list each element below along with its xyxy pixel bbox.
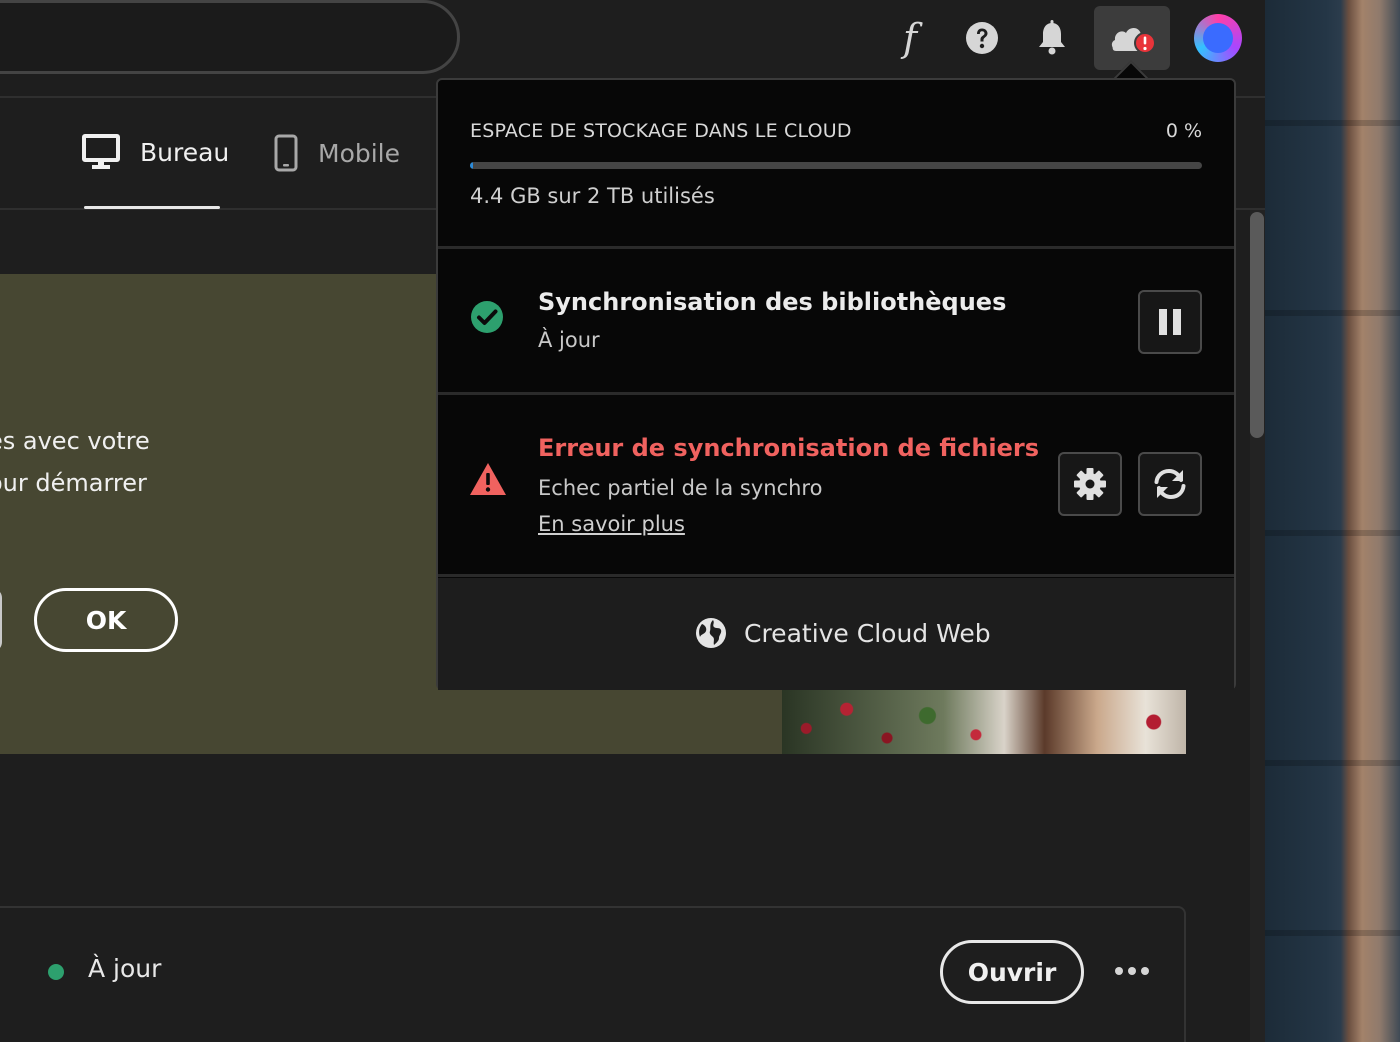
warning-icon [470,463,506,495]
help-icon[interactable] [962,18,1002,58]
banner-secondary-button[interactable] [0,588,2,652]
storage-progress-bar [470,162,1202,169]
storage-title: ESPACE DE STOCKAGE DANS LE CLOUD [470,120,852,142]
file-sync-error-detail: Echec partiel de la synchro [538,476,823,500]
storage-section: ESPACE DE STOCKAGE DANS LE CLOUD 0 % 4.4… [438,80,1234,246]
check-circle-icon [471,301,503,333]
search-field[interactable] [0,0,460,74]
divider [438,574,1234,577]
web-section: Creative Cloud Web [438,578,1234,690]
cloud-error-icon [1111,27,1156,54]
file-sync-error-title: Erreur de synchronisation de fichiers [538,434,1040,462]
creative-cloud-web-link[interactable]: Creative Cloud Web [694,616,991,650]
divider [438,392,1234,395]
learn-more-link[interactable]: En savoir plus [538,512,685,536]
desktop-background [1265,0,1400,1042]
mobile-icon [274,134,298,172]
scrollbar-thumb[interactable] [1250,212,1264,438]
pause-sync-button[interactable] [1138,290,1202,354]
tab-mobile-label: Mobile [318,138,401,168]
library-sync-section: Synchronisation des bibliothèques À jour [438,250,1234,392]
divider [438,246,1234,249]
card-status-text: À jour [88,954,162,983]
refresh-icon [1154,468,1186,500]
banner-text: es avec votre our démarrer [0,420,150,504]
banner-photo [782,690,1186,754]
avatar[interactable] [1194,14,1242,62]
open-button[interactable]: Ouvrir [940,940,1084,1004]
status-dot [48,964,64,980]
creative-cloud-web-label: Creative Cloud Web [744,618,991,648]
desktop-icon [82,134,120,169]
globe-icon [696,618,726,648]
sync-settings-button[interactable] [1058,452,1122,516]
gear-icon [1074,468,1106,500]
tab-mobile[interactable]: Mobile [274,134,400,172]
tab-bureau-label: Bureau [140,137,230,167]
ok-button[interactable]: OK [34,588,178,652]
banner-text-line1: es avec votre [0,427,150,455]
library-sync-title: Synchronisation des bibliothèques [538,288,1007,316]
more-icon[interactable] [1112,956,1152,986]
cloud-status-button[interactable] [1094,6,1170,70]
active-tab-indicator [84,206,220,209]
storage-used-text: 4.4 GB sur 2 TB utilisés [470,184,715,208]
bell-icon[interactable] [1032,18,1072,58]
storage-progress-fill [470,162,473,169]
fonts-icon[interactable]: f [890,16,930,60]
file-sync-error-section: Erreur de synchronisation de fichiers Ec… [438,396,1234,574]
banner-text-line2: our démarrer [0,469,147,497]
library-sync-status: À jour [538,328,600,352]
pause-icon [1159,309,1181,335]
retry-sync-button[interactable] [1138,452,1202,516]
storage-percent: 0 % [1165,120,1202,142]
tab-bureau[interactable]: Bureau [82,134,229,170]
cloud-status-popover: ESPACE DE STOCKAGE DANS LE CLOUD 0 % 4.4… [436,78,1236,690]
